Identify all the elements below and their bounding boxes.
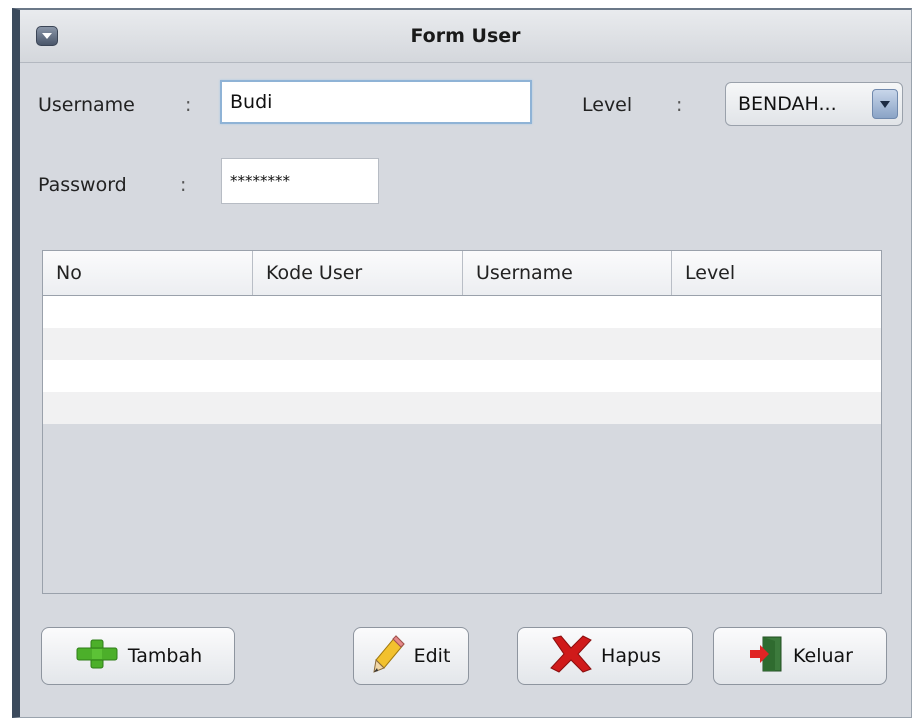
hapus-button-label: Hapus (601, 645, 661, 667)
column-header-kode-user[interactable]: Kode User (253, 251, 463, 295)
table-header: No Kode User Username Level (43, 251, 881, 296)
table-cell (673, 360, 881, 392)
table-cell (253, 296, 463, 328)
table-row[interactable] (43, 328, 881, 360)
pencil-icon (372, 634, 406, 679)
table-cell (43, 328, 253, 360)
exit-door-icon (747, 635, 785, 678)
table-cell (253, 360, 463, 392)
hapus-button[interactable]: Hapus (517, 627, 693, 685)
window-title: Form User (410, 25, 521, 47)
tambah-button-label: Tambah (127, 645, 203, 667)
table-cell (253, 328, 463, 360)
edit-button-label: Edit (413, 645, 451, 667)
table-cell (673, 328, 881, 360)
edit-button[interactable]: Edit (353, 627, 469, 685)
table-cell (463, 328, 673, 360)
form-user-window: Form User Username : Level : BENDAH... P… (12, 8, 912, 718)
password-colon: : (180, 174, 187, 196)
tambah-button[interactable]: Tambah (41, 627, 235, 685)
table-cell (673, 296, 881, 328)
table-cell (43, 360, 253, 392)
username-label: Username (38, 94, 135, 116)
username-input[interactable] (220, 80, 532, 124)
level-select-value: BENDAH... (738, 93, 837, 115)
table-cell (673, 392, 881, 424)
table-cell (463, 360, 673, 392)
column-header-username[interactable]: Username (463, 251, 672, 295)
table-cell (463, 392, 673, 424)
level-select[interactable]: BENDAH... (725, 82, 903, 126)
table-cell (43, 392, 253, 424)
username-colon: : (185, 94, 192, 116)
table-cell (43, 296, 253, 328)
x-icon (549, 634, 593, 679)
table-row[interactable] (43, 392, 881, 424)
plus-icon (74, 639, 120, 674)
table-row[interactable] (43, 360, 881, 392)
keluar-button-label: Keluar (793, 645, 853, 667)
level-colon: : (676, 94, 683, 116)
user-table[interactable]: No Kode User Username Level (42, 250, 882, 594)
level-label: Level (582, 94, 633, 116)
chevron-down-icon[interactable] (872, 89, 898, 119)
keluar-button[interactable]: Keluar (713, 627, 887, 685)
column-header-level[interactable]: Level (672, 251, 881, 295)
table-cell (463, 296, 673, 328)
table-row[interactable] (43, 296, 881, 328)
password-field[interactable] (221, 158, 379, 204)
password-label: Password (38, 174, 127, 196)
table-cell (253, 392, 463, 424)
column-header-no[interactable]: No (43, 251, 253, 295)
title-bar[interactable]: Form User (20, 10, 911, 63)
